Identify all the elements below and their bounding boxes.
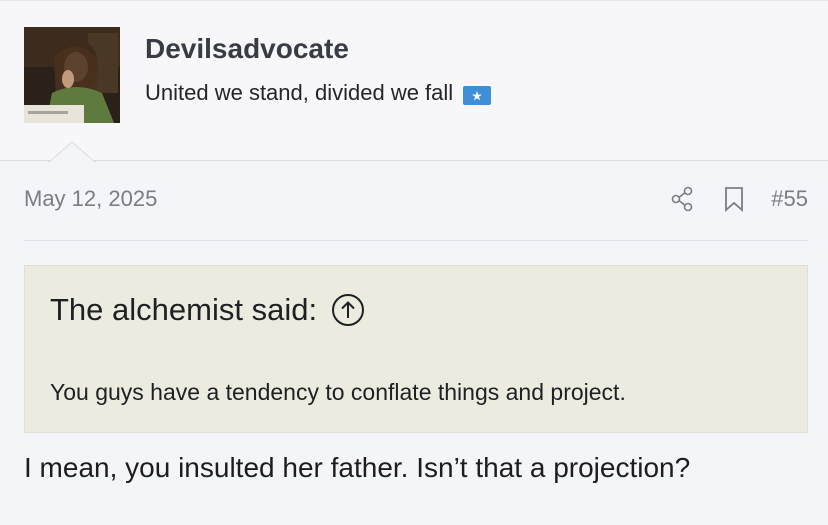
share-icon[interactable] <box>667 184 697 214</box>
avatar-image <box>24 27 120 123</box>
arrow-up-circle-icon[interactable] <box>331 293 365 327</box>
author-username[interactable]: Devilsadvocate <box>145 32 349 66</box>
author-tagline-text: United we stand, divided we fall <box>145 80 454 105</box>
quote-text: You guys have a tendency to conflate thi… <box>50 379 626 405</box>
divider <box>24 240 808 241</box>
post-meta: May 12, 2025 #55 <box>24 176 808 222</box>
avatar[interactable] <box>24 27 120 123</box>
post-actions: #55 <box>645 184 808 214</box>
post-author-header: Devilsadvocate United we stand, divided … <box>0 0 828 165</box>
post-date[interactable]: May 12, 2025 <box>24 186 157 212</box>
post-body: I mean, you insulted her father. Isn’t t… <box>24 452 691 483</box>
quote-block: The alchemist said: You guys have a tend… <box>24 265 808 433</box>
bookmark-icon[interactable] <box>719 184 749 214</box>
somalia-flag-icon <box>463 84 492 105</box>
quote-attribution[interactable]: The alchemist said: <box>50 292 317 328</box>
author-tagline: United we stand, divided we fall <box>145 79 492 107</box>
post-number-link[interactable]: #55 <box>771 186 808 212</box>
quote-header[interactable]: The alchemist said: <box>50 292 365 328</box>
